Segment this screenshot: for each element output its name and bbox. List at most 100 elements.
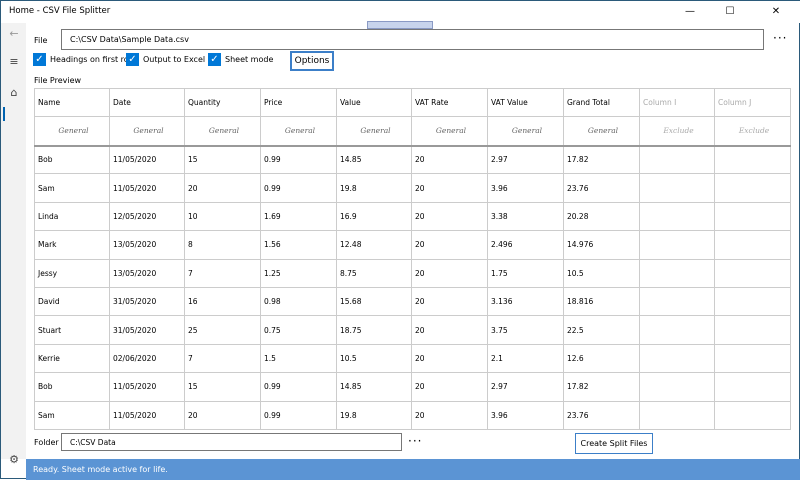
column-format-selector[interactable]: General bbox=[109, 116, 185, 147]
maximize-icon[interactable]: ☐ bbox=[723, 5, 737, 19]
back-arrow-icon[interactable]: ← bbox=[7, 27, 21, 40]
status-bar: Ready. Sheet mode active for life. bbox=[26, 459, 800, 480]
table-cell: 20 bbox=[411, 230, 488, 260]
table-cell: 20 bbox=[411, 258, 488, 288]
checkmark-icon: ✓ bbox=[208, 53, 221, 66]
home-icon[interactable]: ⌂ bbox=[7, 86, 21, 99]
table-cell: 11/05/2020 bbox=[109, 400, 185, 430]
table-cell bbox=[639, 286, 715, 317]
browse-file-button[interactable]: ··· bbox=[773, 31, 787, 45]
column-header[interactable]: Column J bbox=[714, 88, 791, 117]
column-header[interactable]: Grand Total bbox=[563, 88, 640, 117]
table-cell: 10 bbox=[184, 201, 261, 232]
sheet-mode-checkbox[interactable]: ✓ Sheet mode bbox=[208, 53, 273, 66]
table-cell: 1.69 bbox=[260, 201, 337, 232]
table-cell: Kerrie bbox=[34, 343, 110, 374]
table-cell: 17.82 bbox=[563, 144, 640, 175]
table-cell: 2.1 bbox=[487, 343, 564, 374]
table-cell: 12.6 bbox=[563, 343, 640, 374]
column-format-selector[interactable]: General bbox=[487, 116, 564, 147]
table-cell: 23.76 bbox=[563, 400, 640, 430]
table-cell: Bob bbox=[34, 144, 110, 175]
column-format-selector[interactable]: General bbox=[563, 116, 640, 147]
table-cell: 25 bbox=[184, 315, 261, 345]
table-cell: 10.5 bbox=[563, 258, 640, 288]
column-format-selector[interactable]: General bbox=[184, 116, 261, 147]
table-cell: 3.96 bbox=[487, 173, 564, 203]
hamburger-menu-icon[interactable]: ≡ bbox=[7, 55, 21, 68]
column-format-selector[interactable]: Exclude bbox=[639, 116, 715, 147]
table-cell: Jessy bbox=[34, 258, 110, 288]
table-cell: 1.25 bbox=[260, 258, 337, 288]
table-cell: David bbox=[34, 286, 110, 317]
column-header[interactable]: Name bbox=[34, 88, 110, 117]
column-format-selector[interactable]: General bbox=[34, 116, 110, 147]
column-header[interactable]: Price bbox=[260, 88, 337, 117]
table-cell bbox=[639, 173, 715, 203]
output-excel-checkbox[interactable]: ✓ Output to Excel bbox=[126, 53, 205, 66]
column-header[interactable]: Column I bbox=[639, 88, 715, 117]
table-cell bbox=[714, 230, 791, 260]
folder-path-input[interactable]: C:\CSV Data bbox=[61, 433, 402, 451]
minimize-icon[interactable]: — bbox=[683, 5, 697, 19]
table-cell: 20 bbox=[411, 144, 488, 175]
table-row: Stuart 31/05/2020 25 0.75 18.75 20 3.75 22.5 bbox=[34, 315, 791, 345]
table-cell: 20 bbox=[411, 372, 488, 402]
create-split-files-button[interactable]: Create Split Files bbox=[575, 433, 653, 454]
column-header[interactable]: Value bbox=[336, 88, 412, 117]
close-icon[interactable]: ✕ bbox=[769, 5, 783, 19]
table-cell: 15 bbox=[184, 372, 261, 402]
table-cell: 15.68 bbox=[336, 286, 412, 317]
table-cell: Mark bbox=[34, 230, 110, 260]
table-cell: 15 bbox=[184, 144, 261, 175]
table-cell bbox=[714, 372, 791, 402]
table-cell: 14.976 bbox=[563, 230, 640, 260]
column-format-selector[interactable]: Exclude bbox=[714, 116, 791, 147]
table-cell: 14.85 bbox=[336, 144, 412, 175]
table-cell: 13/05/2020 bbox=[109, 230, 185, 260]
file-path-input[interactable]: C:\CSV Data\Sample Data.csv bbox=[61, 29, 764, 50]
table-cell: 0.99 bbox=[260, 372, 337, 402]
table-cell: 1.5 bbox=[260, 343, 337, 374]
column-header[interactable]: VAT Rate bbox=[411, 88, 488, 117]
table-cell bbox=[639, 230, 715, 260]
folder-label: Folder bbox=[34, 438, 59, 447]
table-row: Kerrie 02/06/2020 7 1.5 10.5 20 2.1 12.6 bbox=[34, 343, 791, 374]
table-cell: Stuart bbox=[34, 315, 110, 345]
table-row: Bob 11/05/2020 15 0.99 14.85 20 2.97 17.82 bbox=[34, 372, 791, 402]
headings-checkbox[interactable]: ✓ Headings on first row bbox=[33, 53, 135, 66]
headings-label: Headings on first row bbox=[50, 55, 136, 64]
sheet-mode-label: Sheet mode bbox=[225, 55, 274, 64]
file-label: File bbox=[34, 36, 48, 45]
output-excel-label: Output to Excel bbox=[143, 55, 206, 64]
window-title: Home - CSV File Splitter bbox=[9, 6, 111, 16]
header-row: Name Date Quantity Price Value VAT Rate VAT Va… bbox=[34, 88, 791, 117]
file-preview-grid: Name Date Quantity Price Value VAT Rate VAT Va… bbox=[34, 88, 791, 430]
options-button[interactable]: Options bbox=[290, 51, 334, 71]
table-cell bbox=[714, 201, 791, 232]
column-header[interactable]: Quantity bbox=[184, 88, 261, 117]
table-cell bbox=[639, 400, 715, 430]
table-cell: 12/05/2020 bbox=[109, 201, 185, 232]
table-cell: 20 bbox=[411, 201, 488, 232]
table-cell: 12.48 bbox=[336, 230, 412, 260]
browse-folder-button[interactable]: ··· bbox=[408, 434, 422, 448]
app-window: Home - CSV File Splitter — ☐ ✕ ← ≡ ⌂ ⚙ F… bbox=[0, 0, 800, 480]
drag-handle[interactable] bbox=[367, 21, 433, 29]
table-cell: 20 bbox=[411, 343, 488, 374]
table-cell: 14.85 bbox=[336, 372, 412, 402]
column-format-selector[interactable]: General bbox=[411, 116, 488, 147]
column-header[interactable]: Date bbox=[109, 88, 185, 117]
table-cell: 16 bbox=[184, 286, 261, 317]
gear-icon[interactable]: ⚙ bbox=[7, 453, 21, 466]
table-row: Mark 13/05/2020 8 1.56 12.48 20 2.496 14.976 bbox=[34, 230, 791, 260]
table-cell bbox=[639, 258, 715, 288]
table-cell: 19.8 bbox=[336, 400, 412, 430]
column-header[interactable]: VAT Value bbox=[487, 88, 564, 117]
column-format-selector[interactable]: General bbox=[260, 116, 337, 147]
table-cell: 0.98 bbox=[260, 286, 337, 317]
table-cell bbox=[714, 144, 791, 175]
column-format-selector[interactable]: General bbox=[336, 116, 412, 147]
checkmark-icon: ✓ bbox=[126, 53, 139, 66]
table-cell bbox=[714, 343, 791, 374]
